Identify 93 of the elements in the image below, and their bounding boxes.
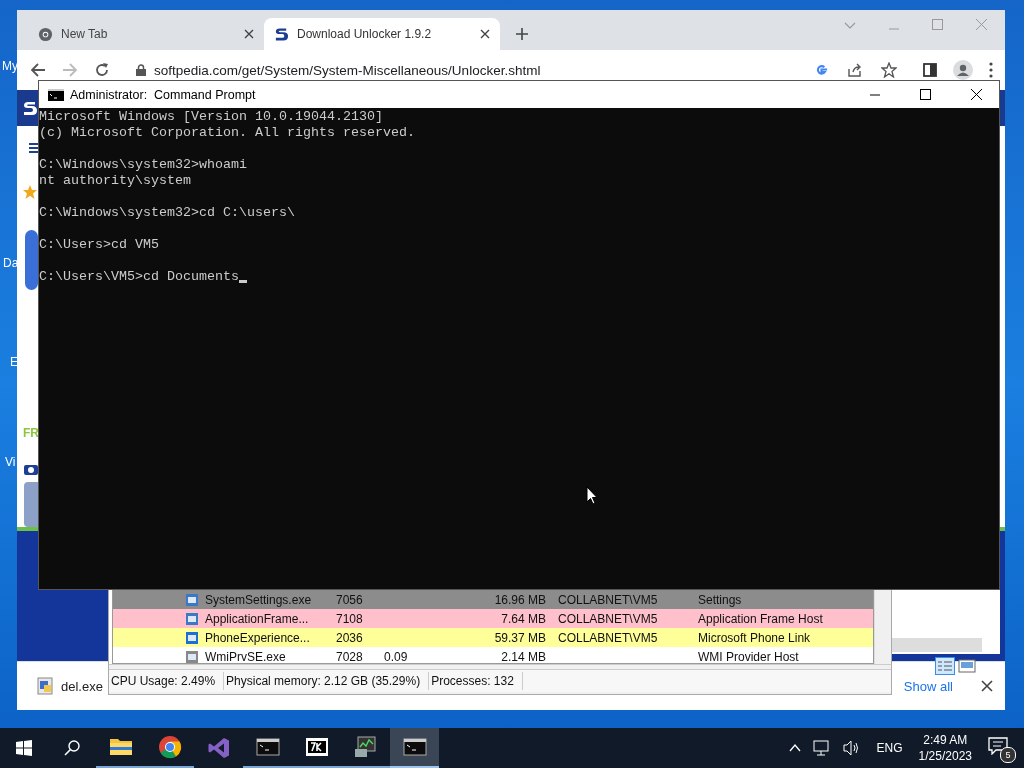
page-text: FR [23, 426, 39, 440]
download-button[interactable] [25, 230, 38, 290]
desktop-icon-label[interactable]: E [10, 355, 18, 369]
show-all-link[interactable]: Show all [903, 678, 953, 694]
table-cell-text: WmiPrvSE.exe [205, 649, 287, 663]
language-indicator[interactable]: ENG [876, 741, 903, 755]
table-cell-text: ApplicationFrame... [205, 611, 310, 626]
side-panel-icon[interactable] [923, 63, 937, 77]
browser-tab[interactable]: Download Unlocker 1.9.2 [264, 18, 500, 50]
close-icon[interactable] [981, 680, 993, 692]
desktop-icon-label[interactable]: Da [3, 256, 19, 270]
table-cell-text: 7108 [336, 611, 364, 626]
site-logo-icon [22, 99, 38, 117]
windows-start-icon[interactable] [16, 740, 32, 756]
process-icon [185, 592, 199, 607]
site-logo-icon [274, 26, 289, 42]
console-line: C:\Windows\system32>whoami [39, 157, 247, 173]
desktop-icon-label[interactable]: My [2, 59, 18, 73]
volume-icon[interactable] [842, 740, 861, 756]
close-icon[interactable] [244, 29, 254, 39]
table-cell-text: 0.09 [384, 649, 409, 663]
console-line: Microsoft Windows [Version 10.0.19044.2130] [39, 109, 383, 125]
download-item[interactable]: del.exe [61, 678, 103, 694]
console-line: nt authority\system [39, 173, 191, 189]
table-cell-text: 7.64 MB [500, 611, 546, 626]
table-cell-text: COLLABNET\VM5 [558, 611, 659, 626]
studio-icon [206, 736, 231, 760]
file-icon [37, 677, 53, 695]
more-menu-icon[interactable] [989, 62, 993, 78]
chrome-icon [38, 26, 53, 42]
lock-icon [136, 64, 146, 76]
minimize-icon[interactable] [870, 93, 880, 96]
console-line: C:\Users\VM5>cd Documents [39, 269, 239, 285]
archive-icon [304, 735, 329, 759]
horizontal-scrollbar[interactable] [892, 638, 982, 652]
reload-icon[interactable] [94, 62, 110, 78]
process-icon [185, 611, 199, 626]
status-text: Processes: 132 [429, 672, 523, 690]
table-cell-text: COLLABNET\VM5 [558, 630, 659, 645]
console-icon [402, 735, 427, 759]
address-bar[interactable]: softpedia.com/get/System/System-Miscellaneous/Unlocker.shtml [126, 60, 907, 80]
process-icon [185, 630, 199, 645]
table-cell-text: 2.14 MB [500, 649, 546, 663]
network-icon[interactable] [812, 740, 831, 756]
chevron-up-icon[interactable] [788, 744, 801, 752]
table-cell-text: Settings [698, 592, 743, 607]
console-line: (c) Microsoft Corporation. All rights reserved. [39, 125, 415, 141]
window-title: Administrator: Command Prompt [70, 87, 256, 102]
google-icon[interactable] [814, 62, 829, 78]
status-text: CPU Usage: 2.49% [109, 672, 225, 690]
browser-tab[interactable]: New Tab [28, 18, 264, 50]
clock-date[interactable]: 1/25/2023 [918, 748, 972, 764]
mouse-pointer-icon [586, 486, 598, 505]
console-icon [48, 88, 64, 101]
console-line: C:\Users>cd VM5 [39, 237, 159, 253]
star-icon[interactable] [881, 62, 897, 78]
table-cell-text: WMI Provider Host [698, 649, 800, 663]
console-line: C:\Windows\system32>cd C:\users\ [39, 205, 295, 221]
search-icon[interactable] [64, 740, 80, 756]
table-cell-text: 16.96 MB [493, 592, 546, 607]
vertical-scrollbar[interactable] [874, 589, 891, 664]
status-text: Physical memory: 2.12 GB (35.29%) [224, 672, 430, 690]
table-cell-text: PhoneExperience... [205, 630, 311, 645]
notification-icon[interactable] [988, 737, 1008, 755]
table-cell-text: 7028 [336, 649, 364, 663]
notification-count-badge: 5 [1000, 747, 1016, 763]
table-cell-text: 7056 [336, 592, 364, 607]
table-cell-text: SystemSettings.exe [205, 592, 313, 607]
desktop-icon-label[interactable]: Vi [5, 455, 16, 469]
share-icon[interactable] [847, 62, 863, 78]
picture-view-icon[interactable] [958, 659, 976, 673]
process-row[interactable]: SystemSettings.exe 7056 16.96 MB COLLABNET\VM5 Settings [113, 590, 873, 609]
star-badge-icon [22, 184, 38, 200]
clock-time[interactable]: 2:49 AM [923, 732, 968, 748]
table-cell-text: Application Frame Host [698, 611, 824, 626]
monitor-icon [353, 735, 378, 759]
back-arrow-icon[interactable] [30, 62, 46, 78]
close-icon[interactable] [480, 29, 490, 39]
table-cell-text: 59.37 MB [493, 630, 546, 645]
maximize-icon[interactable] [920, 89, 931, 100]
table-cell-text: Microsoft Phone Link [698, 630, 812, 645]
new-tab-icon[interactable] [515, 27, 529, 41]
chrome-icon [157, 735, 182, 759]
process-row[interactable]: ApplicationFrame... 7108 7.64 MB COLLABNET\VM5 Application Frame Host [113, 609, 873, 628]
process-icon [185, 649, 199, 663]
table-cell-text: 2036 [336, 630, 364, 645]
camera-icon [24, 463, 38, 475]
console-icon [255, 735, 280, 759]
process-row[interactable]: PhoneExperience... 2036 59.37 MB COLLABNET\VM5 Microsoft Phone Link [113, 628, 873, 647]
table-cell-text: COLLABNET\VM5 [558, 592, 659, 607]
close-icon[interactable] [971, 89, 982, 100]
taskbar-button[interactable] [390, 728, 439, 768]
profile-icon[interactable] [953, 60, 973, 80]
